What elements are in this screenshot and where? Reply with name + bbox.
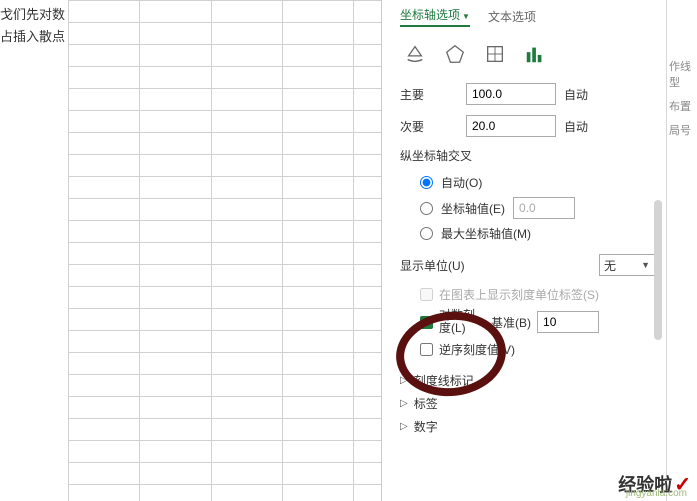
right-sidebar: 作线型 布置 局号 xyxy=(666,0,697,501)
expander-labels[interactable]: ▷ 标签 xyxy=(400,395,655,412)
size-properties-icon[interactable] xyxy=(484,43,506,65)
format-axis-panel: 坐标轴选项▼ 文本选项 主要 自动 次要 自动 纵坐标轴交叉 自动(O) 坐标轴… xyxy=(384,0,667,501)
display-units-value: 无 xyxy=(604,257,616,274)
axis-options-icon[interactable] xyxy=(524,43,546,65)
crosses-max-label: 最大坐标轴值(M) xyxy=(441,225,531,242)
tab-axis-options[interactable]: 坐标轴选项▼ xyxy=(400,6,470,27)
display-units-select[interactable]: 无 ▼ xyxy=(599,254,655,276)
minor-unit-input[interactable] xyxy=(466,115,556,137)
expander-labels-label: 标签 xyxy=(414,395,438,412)
major-unit-input[interactable] xyxy=(466,83,556,105)
context-text-line2: 占插入散点 xyxy=(0,26,65,48)
show-unit-labels-checkbox xyxy=(420,288,433,301)
crosses-auto-label: 自动(O) xyxy=(441,174,482,191)
minor-unit-label: 次要 xyxy=(400,118,458,135)
effects-icon[interactable] xyxy=(444,43,466,65)
scrollbar-thumb[interactable] xyxy=(654,200,662,340)
crosses-max-radio[interactable] xyxy=(420,227,433,240)
right-item-1[interactable]: 作线型 xyxy=(667,54,697,94)
crosses-title: 纵坐标轴交叉 xyxy=(400,147,655,164)
chevron-down-icon: ▼ xyxy=(462,12,470,21)
spreadsheet-area[interactable] xyxy=(68,0,382,501)
minor-auto-label: 自动 xyxy=(564,118,588,135)
watermark-url: jingyanla.com xyxy=(626,488,687,499)
chevron-down-icon: ▼ xyxy=(641,260,650,270)
expander-number-label: 数字 xyxy=(414,418,438,435)
crosses-value-input[interactable] xyxy=(513,197,575,219)
crosses-auto-radio[interactable] xyxy=(420,176,433,189)
log-base-input[interactable] xyxy=(537,311,599,333)
fill-line-icon[interactable] xyxy=(404,43,426,65)
crosses-value-radio[interactable] xyxy=(420,202,433,215)
spreadsheet-grid[interactable] xyxy=(68,0,382,501)
right-item-2[interactable]: 布置 xyxy=(667,94,697,118)
triangle-right-icon: ▷ xyxy=(400,398,408,409)
context-text-line1: 戈们先对数 xyxy=(0,4,65,26)
expander-ticks[interactable]: ▷ 刻度线标记 xyxy=(400,372,655,389)
tab-text-options[interactable]: 文本选项 xyxy=(488,8,536,25)
right-item-3[interactable]: 局号 xyxy=(667,118,697,142)
log-scale-checkbox[interactable] xyxy=(420,316,433,329)
triangle-right-icon: ▷ xyxy=(400,421,408,432)
expander-number[interactable]: ▷ 数字 xyxy=(400,418,655,435)
log-scale-label: 对数刻度(L) xyxy=(439,309,475,335)
log-base-label: 基准(B) xyxy=(491,314,531,331)
expander-ticks-label: 刻度线标记 xyxy=(414,372,474,389)
reverse-order-label: 逆序刻度值(V) xyxy=(439,341,515,358)
display-units-label: 显示单位(U) xyxy=(400,257,591,274)
major-auto-label: 自动 xyxy=(564,86,588,103)
reverse-order-checkbox[interactable] xyxy=(420,343,433,356)
show-unit-labels-text: 在图表上显示刻度单位标签(S) xyxy=(439,286,599,303)
major-unit-label: 主要 xyxy=(400,86,458,103)
triangle-right-icon: ▷ xyxy=(400,375,408,386)
crosses-value-label: 坐标轴值(E) xyxy=(441,200,505,217)
tab-axis-label: 坐标轴选项 xyxy=(400,8,460,22)
